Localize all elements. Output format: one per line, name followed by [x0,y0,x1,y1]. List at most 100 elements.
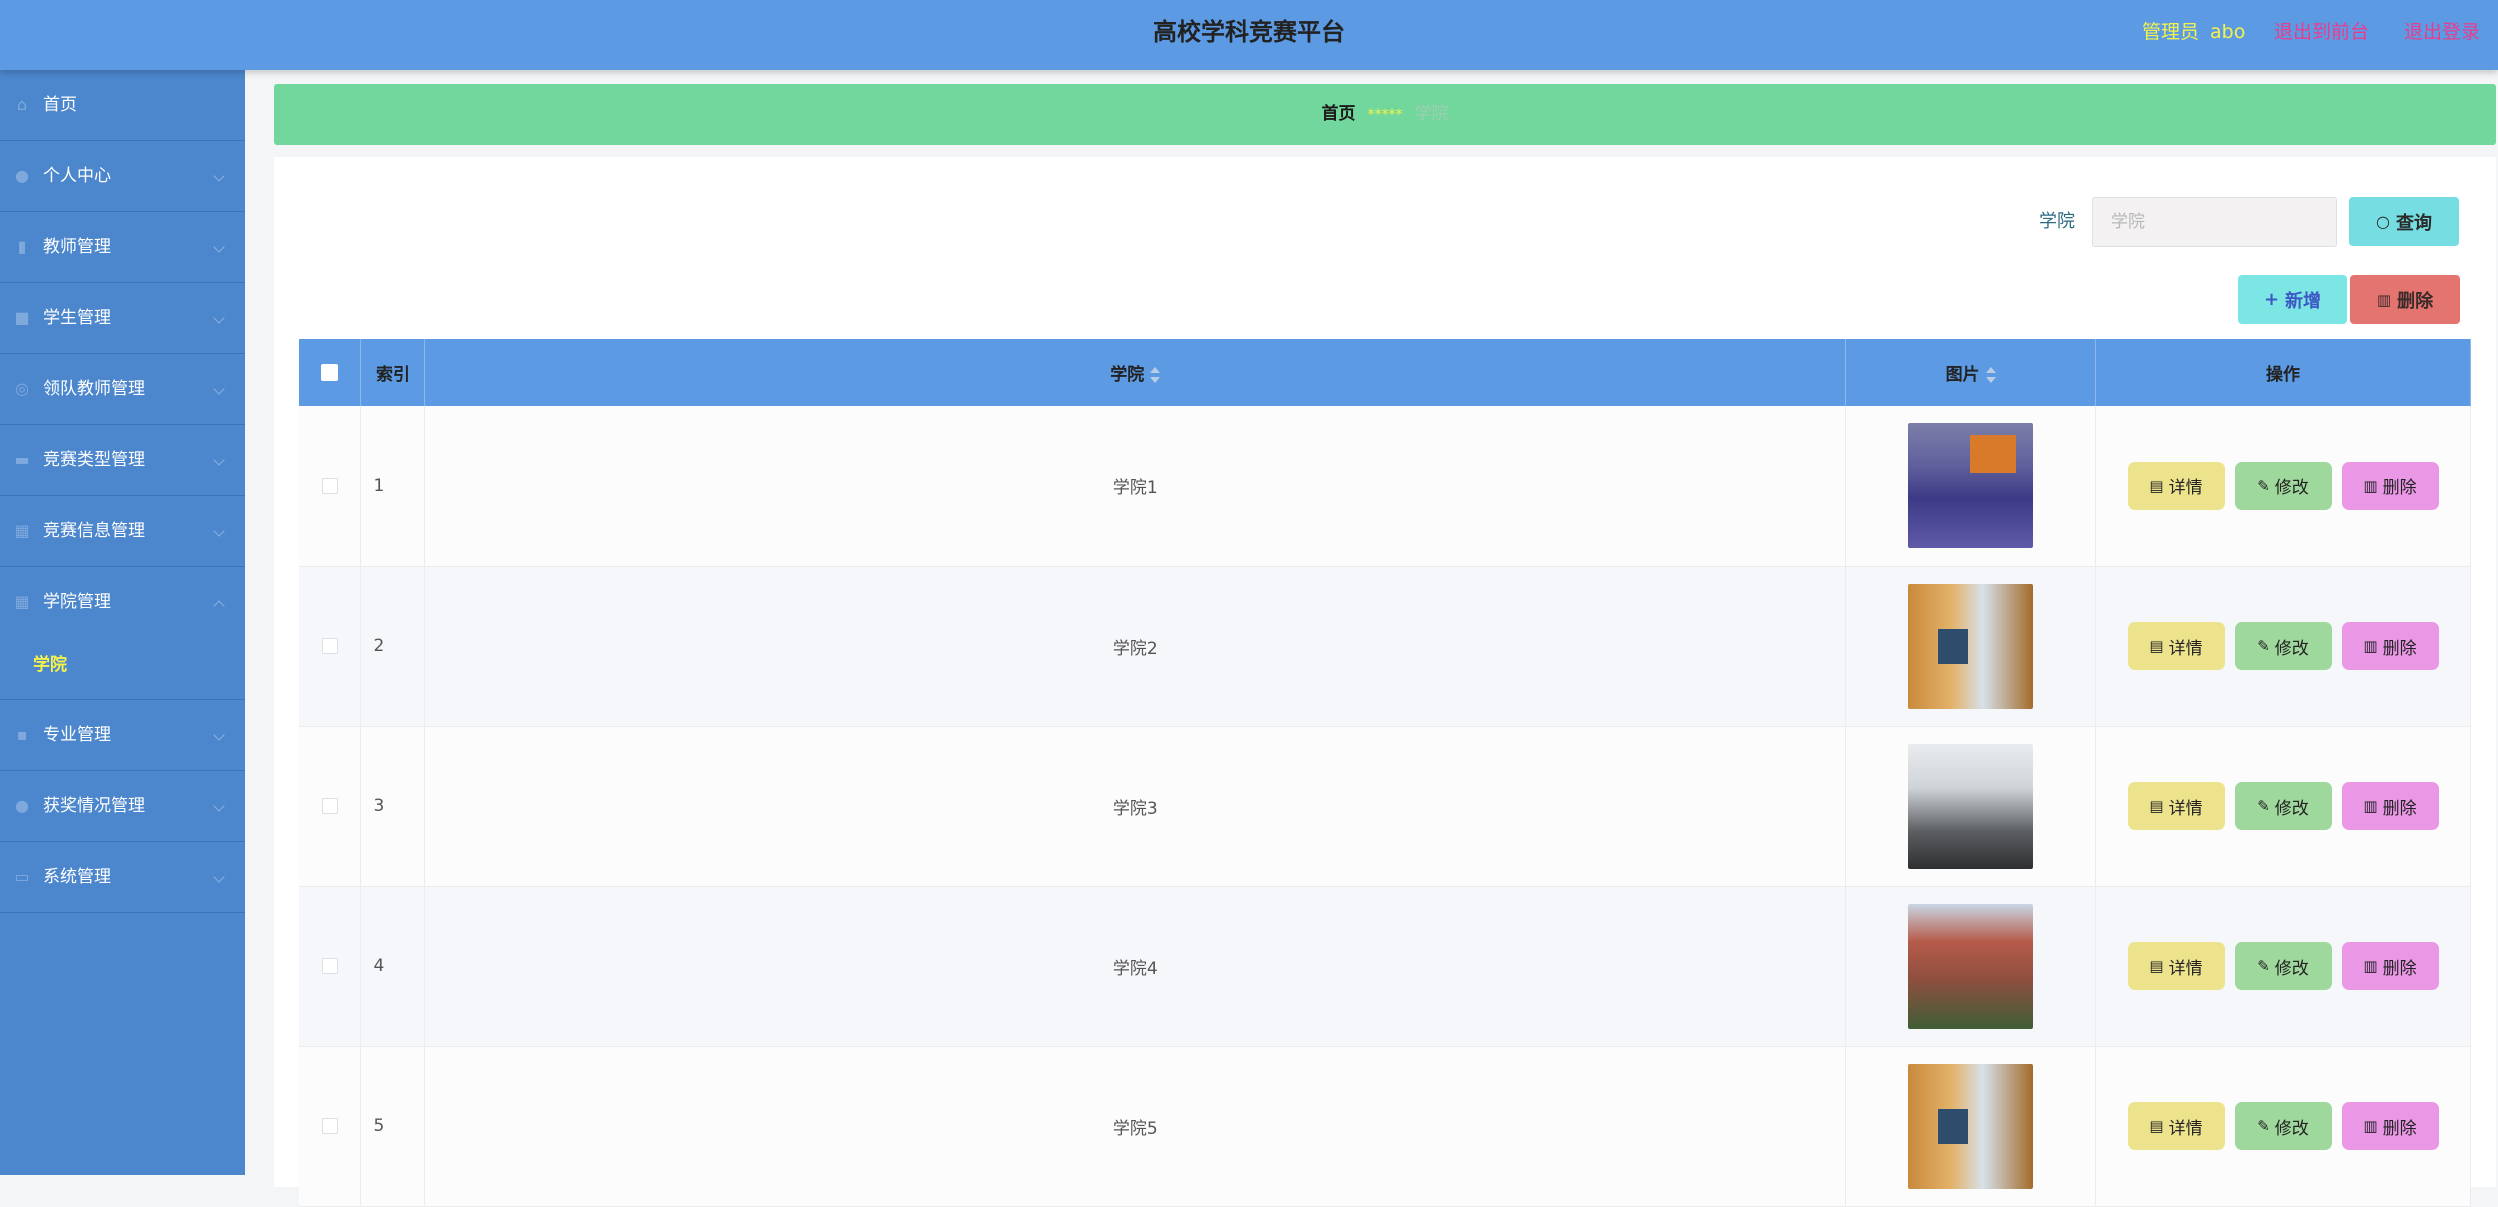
row-college-name: 学院1 [424,406,1847,567]
row-checkbox[interactable] [321,638,338,654]
chevron-down-icon [213,383,225,395]
username: abo [2210,21,2246,43]
sidebar-item-awards[interactable]: ● 获奖情况管理 [0,771,245,842]
apps-icon: ▪ [16,725,28,744]
top-bar: 高校学科竞赛平台 管理员 abo 退出到前台 退出登录 [0,0,2498,70]
row-actions: ▤ 详情 ✎ 修改 ▥ 删除 [2095,566,2471,727]
college-table: 索引 学院 图片 操作 1 学院1 ▤ 详情 ✎ 修改 ▥ 删除 2 学院2 ▤… [299,339,2471,1207]
sidebar-subitem-college[interactable]: 学院 [0,638,245,692]
sort-icon[interactable] [1985,367,1996,383]
select-all-checkbox[interactable] [321,364,339,381]
row-checkbox[interactable] [321,1118,338,1134]
sidebar-item-competition-info[interactable]: ▦ 竞赛信息管理 [0,496,245,567]
search-label: 学院 [2039,211,2075,232]
chevron-down-icon [213,800,225,812]
detail-button[interactable]: ▤ 详情 [2127,622,2225,670]
grid-icon: ▦ [14,592,30,611]
sort-icon[interactable] [1150,367,1161,383]
exit-to-frontend-link[interactable]: 退出到前台 [2274,0,2369,64]
document-icon: ▤ [2149,1117,2164,1135]
college-search-input[interactable] [2092,197,2337,247]
sidebar-item-system[interactable]: ▭ 系统管理 [0,842,245,913]
pencil-icon: ✎ [2257,957,2270,975]
detail-button[interactable]: ▤ 详情 [2127,942,2225,990]
bar-chart-icon: ▮ [17,237,27,256]
calendar-icon: ▦ [14,521,30,540]
column-header-index: 索引 [360,339,426,406]
query-button-label: 查询 [2395,212,2432,234]
edit-button[interactable]: ✎ 修改 [2234,1102,2332,1150]
edit-button[interactable]: ✎ 修改 [2234,782,2332,830]
sidebar-item-label: 个人中心 [43,166,111,186]
delete-button[interactable]: ▥ 删除 [2341,1102,2439,1150]
sidebar-item-colleges[interactable]: ▦ 学院管理 [0,567,245,638]
column-header-label: 图片 [1945,365,1980,385]
sidebar-item-personal-center[interactable]: ● 个人中心 [0,141,245,212]
row-checkbox[interactable] [321,958,338,974]
column-header-image[interactable]: 图片 [1845,339,2097,406]
plus-icon: + [2263,289,2280,310]
detail-button[interactable]: ▤ 详情 [2127,1102,2225,1150]
chevron-up-icon [213,600,225,612]
sidebar-item-label: 系统管理 [43,867,111,887]
detail-button-label: 详情 [2168,1118,2203,1139]
edit-button-label: 修改 [2274,958,2309,979]
user-icon: ● [15,166,29,185]
edit-button[interactable]: ✎ 修改 [2234,622,2332,670]
document-icon: ▤ [2149,637,2164,655]
sidebar-item-teachers[interactable]: ▮ 教师管理 [0,212,245,283]
row-index: 2 [360,566,426,727]
delete-button[interactable]: ▥ 删除 [2341,622,2439,670]
home-icon: ⌂ [16,95,28,114]
trash-icon: ▥ [2363,1117,2378,1135]
detail-button[interactable]: ▤ 详情 [2127,782,2225,830]
batch-delete-button[interactable]: ▥ 删除 [2350,275,2460,324]
row-checkbox[interactable] [321,798,338,814]
sidebar: ⌂ 首页 ● 个人中心 ▮ 教师管理 ■ 学生管理 ◎ 领队教师管理 ▬ 竞赛类… [0,70,245,1175]
sidebar-item-students[interactable]: ■ 学生管理 [0,283,245,354]
edit-button[interactable]: ✎ 修改 [2234,942,2332,990]
row-actions: ▤ 详情 ✎ 修改 ▥ 删除 [2095,406,2471,567]
delete-button-label: 删除 [2382,1118,2417,1139]
add-button[interactable]: + 新增 [2238,275,2347,324]
detail-button[interactable]: ▤ 详情 [2127,461,2225,510]
row-college-name: 学院3 [424,726,1847,887]
pencil-icon: ✎ [2257,797,2270,815]
select-all-cell [299,339,362,406]
row-index: 5 [360,1046,426,1207]
sidebar-item-label: 学生管理 [43,308,111,328]
column-header-college[interactable]: 学院 [424,339,1847,406]
breadcrumb-current: 学院 [1414,104,1449,124]
chevron-down-icon [213,312,225,324]
delete-button-label: 删除 [2382,478,2417,499]
row-index: 1 [360,406,426,567]
pencil-icon: ✎ [2257,1117,2270,1135]
sidebar-item-competition-types[interactable]: ▬ 竞赛类型管理 [0,425,245,496]
trash-icon: ▥ [2376,290,2392,309]
document-icon: ▤ [2149,476,2164,495]
main-content: 首页 ***** 学院 学院 ○ 查询 + 新增 ▥ 删除 索引 学院 [245,70,2498,1207]
edit-button[interactable]: ✎ 修改 [2234,461,2332,510]
row-college-name: 学院4 [424,886,1847,1047]
breadcrumb: 首页 ***** 学院 [274,84,2496,145]
row-checkbox[interactable] [321,477,338,494]
sidebar-item-lead-teachers[interactable]: ◎ 领队教师管理 [0,354,245,425]
delete-button[interactable]: ▥ 删除 [2341,942,2439,990]
delete-button[interactable]: ▥ 删除 [2341,782,2439,830]
delete-button[interactable]: ▥ 删除 [2341,461,2439,510]
pencil-icon: ✎ [2257,637,2270,655]
row-college-name: 学院2 [424,566,1847,727]
query-button[interactable]: ○ 查询 [2349,197,2459,246]
monitor-icon: ▭ [14,867,30,886]
college-photo [1908,1063,2034,1189]
row-actions: ▤ 详情 ✎ 修改 ▥ 删除 [2095,1046,2471,1207]
logout-link[interactable]: 退出登录 [2404,0,2480,64]
sidebar-item-majors[interactable]: ▪ 专业管理 [0,700,245,771]
table-row: 4 学院4 ▤ 详情 ✎ 修改 ▥ 删除 [299,886,2471,1047]
table-row: 3 学院3 ▤ 详情 ✎ 修改 ▥ 删除 [299,726,2471,887]
truck-icon: ■ [14,308,30,327]
breadcrumb-home[interactable]: 首页 [1322,104,1356,124]
sidebar-item-home[interactable]: ⌂ 首页 [0,70,245,141]
trash-icon: ▥ [2363,797,2378,815]
trash-icon: ▥ [2363,957,2378,975]
